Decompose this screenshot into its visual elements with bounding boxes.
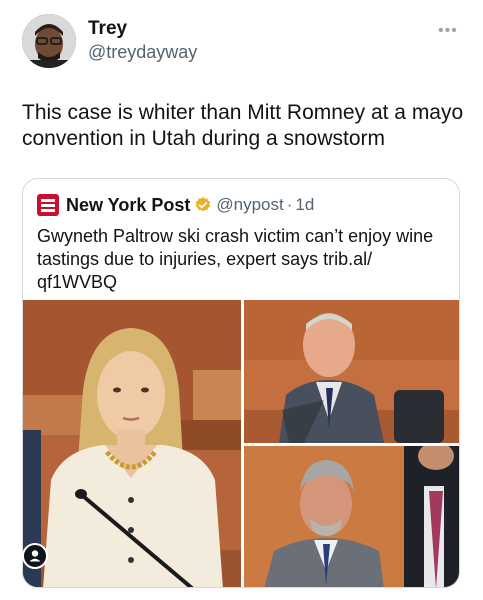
author-name[interactable]: Trey	[88, 18, 127, 40]
quoted-media-grid[interactable]	[23, 300, 459, 587]
quoted-tweet-card[interactable]: New York Post @nypost · 1d Gwyneth Paltr…	[22, 178, 460, 588]
author-handle[interactable]: @treydayway	[88, 42, 197, 63]
quoted-source-handle[interactable]: @nypost	[216, 195, 283, 215]
quoted-tweet-time[interactable]: 1d	[295, 195, 314, 215]
verified-badge-icon	[196, 197, 211, 212]
author-avatar[interactable]	[22, 14, 76, 68]
account-switch-icon[interactable]	[22, 543, 48, 569]
avatar-image	[22, 14, 76, 68]
quoted-source-name[interactable]: New York Post	[66, 195, 190, 216]
media-photo-older-man[interactable]	[244, 300, 459, 443]
separator-dot: ·	[286, 195, 293, 214]
more-options-icon[interactable]: •••	[438, 22, 458, 40]
tweet-text: This case is whiter than Mitt Romney at …	[22, 101, 464, 150]
quoted-tweet-text: Gwyneth Paltrow ski crash victim can’t e…	[37, 226, 434, 292]
new-york-post-logo-icon[interactable]	[37, 194, 59, 216]
quoted-tweet-header: New York Post @nypost · 1d	[37, 193, 314, 217]
media-photo-woman[interactable]	[23, 300, 241, 587]
media-photo-gray-haired-man[interactable]	[244, 446, 459, 587]
tweet[interactable]: Trey @treydayway ••• This case is whiter…	[0, 0, 483, 600]
